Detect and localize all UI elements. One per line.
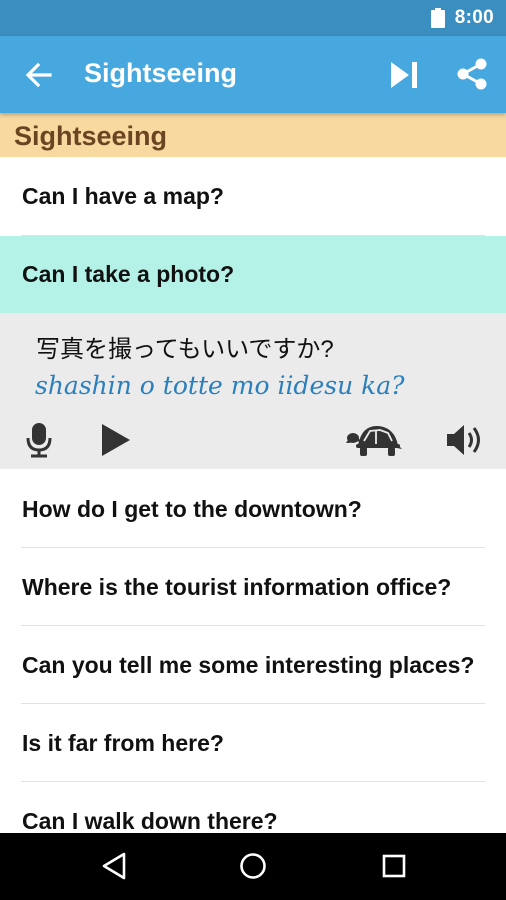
phrase-text: Can I take a photo? (22, 261, 235, 287)
navigation-bar (0, 833, 506, 900)
share-icon[interactable] (454, 56, 490, 92)
play-icon[interactable] (100, 422, 132, 458)
status-bar: 8:00 (0, 0, 506, 36)
translation-text: 写真を撮ってもいいですか? (36, 336, 334, 363)
phrase-text: How do I get to the downtown? (22, 496, 362, 522)
speaker-volume-icon[interactable] (445, 422, 485, 458)
nav-back-icon[interactable] (100, 851, 128, 881)
phrase-row[interactable]: Can I walk down there? (0, 782, 506, 834)
skip-next-icon[interactable] (387, 58, 421, 92)
turtle-slow-icon[interactable] (344, 423, 402, 457)
section-header: Sightseeing (0, 113, 506, 157)
phrase-row[interactable]: Can I have a map? (0, 157, 506, 236)
romanization-text: shashin o totte mo iidesu ka? (35, 371, 405, 400)
phrase-row[interactable]: Where is the tourist information office? (0, 548, 506, 626)
phrase-row[interactable]: Is it far from here? (0, 704, 506, 782)
phrase-text: Can I have a map? (22, 183, 224, 209)
back-arrow-icon[interactable] (24, 60, 54, 90)
app-bar: Sightseeing (0, 36, 506, 113)
battery-icon (431, 8, 445, 28)
status-time: 8:00 (454, 7, 494, 28)
phrase-row[interactable]: Can you tell me some interesting places? (0, 626, 506, 704)
section-header-label: Sightseeing (14, 121, 168, 151)
nav-recents-icon[interactable] (379, 851, 409, 881)
phrase-row-selected[interactable]: Can I take a photo? (0, 236, 506, 313)
phrase-text: Can you tell me some interesting places? (22, 652, 475, 678)
microphone-icon[interactable] (24, 421, 54, 459)
nav-home-icon[interactable] (238, 851, 268, 881)
phrase-row[interactable]: How do I get to the downtown? (0, 469, 506, 548)
phrase-text: Can I walk down there? (22, 808, 278, 834)
phrase-text: Is it far from here? (22, 730, 224, 756)
app-bar-title: Sightseeing (84, 58, 238, 88)
phrase-detail-panel: 写真を撮ってもいいですか? shashin o totte mo iidesu … (0, 313, 506, 469)
phrase-text: Where is the tourist information office? (22, 574, 452, 600)
